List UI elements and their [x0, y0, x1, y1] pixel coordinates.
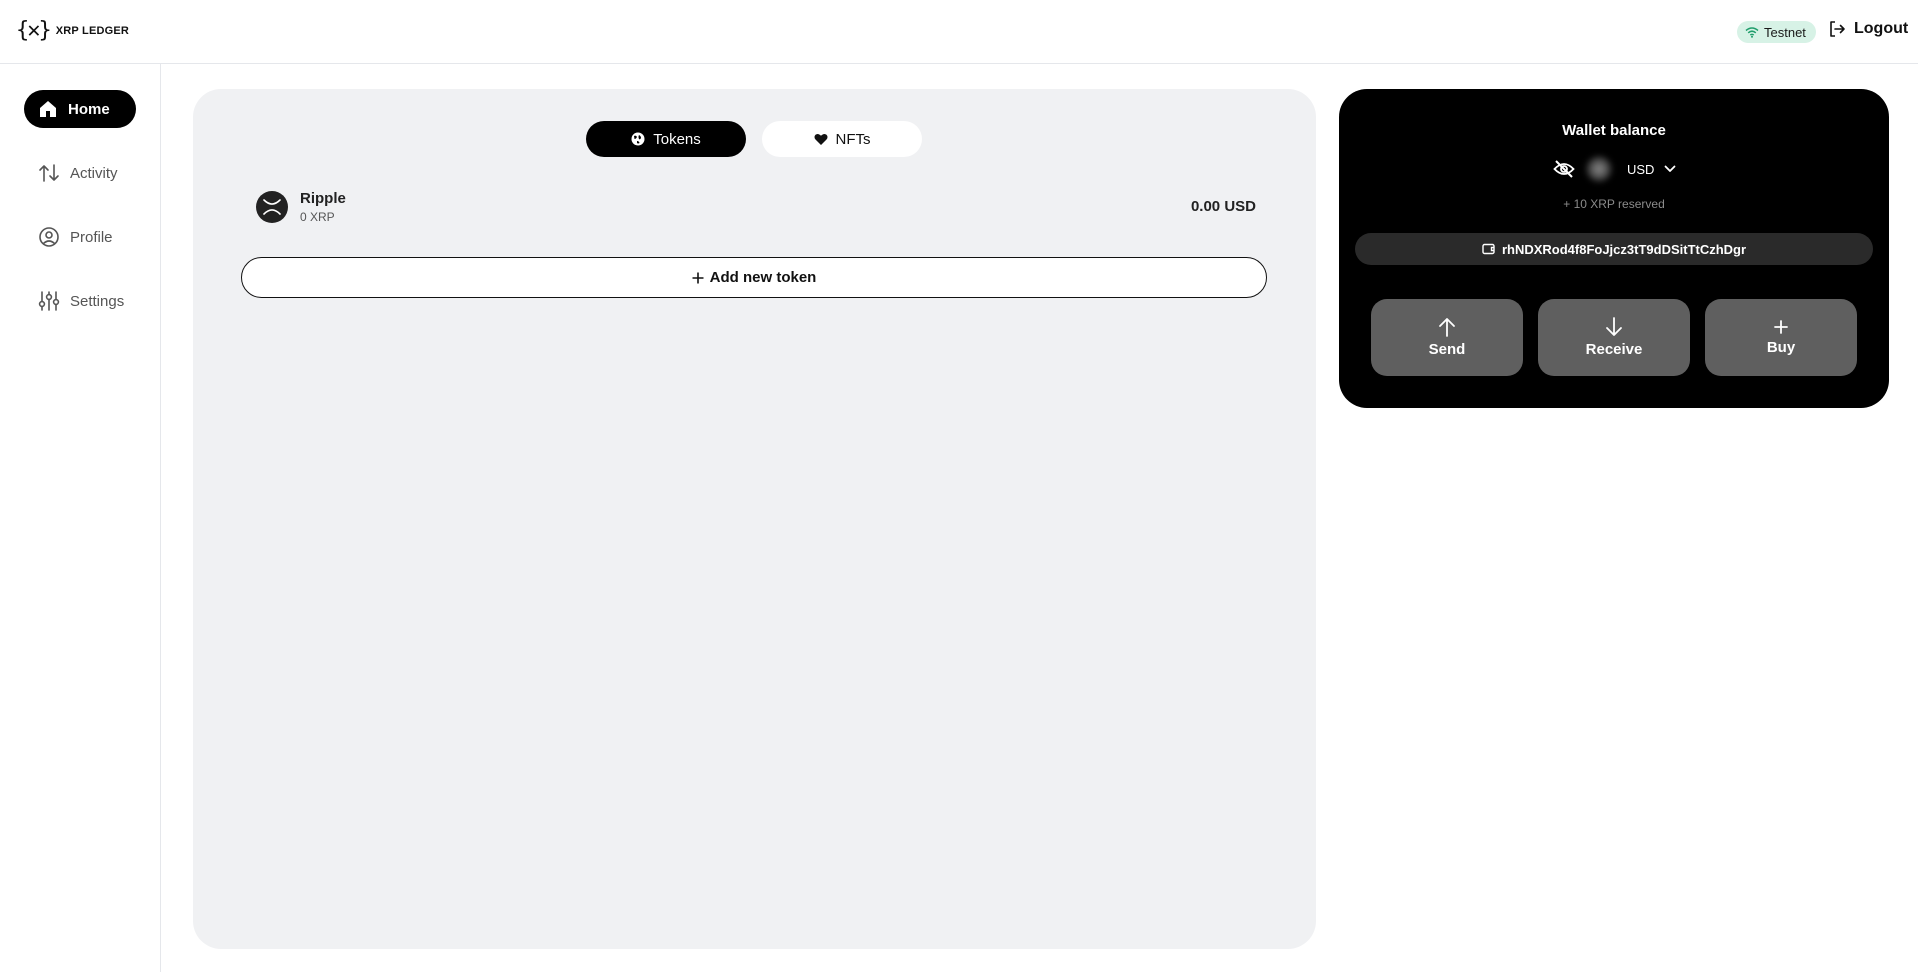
- reserved-note: + 10 XRP reserved: [1563, 197, 1665, 211]
- home-icon: [40, 101, 56, 117]
- network-badge: Testnet: [1737, 21, 1816, 43]
- wifi-icon: [1745, 27, 1759, 38]
- top-header: {✕} XRP LEDGER Testnet Logout: [0, 0, 1918, 64]
- tab-tokens[interactable]: Tokens: [586, 121, 746, 157]
- wallet-icon: [1482, 243, 1495, 255]
- balance-row: USD: [1553, 153, 1676, 185]
- logout-label: Logout: [1854, 20, 1909, 37]
- buy-button[interactable]: Buy: [1705, 299, 1857, 376]
- sidebar-item-label: Profile: [70, 228, 113, 246]
- receive-button[interactable]: Receive: [1538, 299, 1690, 376]
- currency-selector-label[interactable]: USD: [1627, 162, 1654, 177]
- settings-icon: [38, 291, 60, 311]
- wallet-title: Wallet balance: [1562, 122, 1666, 139]
- sidebar-item-label: Settings: [70, 292, 125, 310]
- network-label: Testnet: [1764, 24, 1806, 40]
- send-button[interactable]: Send: [1371, 299, 1523, 376]
- token-amount: 0 XRP: [300, 210, 335, 224]
- arrow-down-icon: [1606, 317, 1622, 336]
- profile-icon: [39, 227, 59, 247]
- xrp-icon: [256, 191, 288, 223]
- globe-icon: [631, 132, 645, 146]
- sidebar-item-label: Home: [68, 100, 110, 118]
- plus-icon: [1774, 320, 1788, 334]
- tab-label: NFTs: [835, 130, 871, 148]
- wallet-address[interactable]: rhNDXRod4f8FoJjcz3tT9dDSitTtCzhDgr: [1355, 233, 1873, 265]
- add-token-label: Add new token: [709, 269, 817, 286]
- token-row[interactable]: Ripple 0 XRP 0.00 USD: [256, 189, 1256, 225]
- sidebar-item-settings[interactable]: Settings: [24, 282, 138, 320]
- hidden-balance: [1585, 155, 1613, 183]
- tab-nfts[interactable]: NFTs: [762, 121, 922, 157]
- xrp-logo-icon: {✕}: [16, 18, 52, 43]
- wallet-card: Wallet balance USD + 10 XRP reserved rhN…: [1339, 89, 1889, 408]
- token-name: Ripple: [300, 190, 346, 207]
- chevron-down-icon[interactable]: [1664, 165, 1676, 173]
- heart-icon: [814, 133, 827, 145]
- sidebar-item-profile[interactable]: Profile: [24, 218, 127, 256]
- xrp-ledger-logo[interactable]: {✕} XRP LEDGER: [16, 18, 129, 43]
- eye-off-icon[interactable]: [1553, 160, 1575, 178]
- tab-label: Tokens: [653, 130, 701, 148]
- sidebar: Home Activity Profile Settings: [0, 64, 161, 972]
- plus-icon: [692, 272, 704, 283]
- arrow-up-icon: [1439, 318, 1455, 337]
- token-value: 0.00 USD: [1190, 198, 1256, 215]
- add-token-button[interactable]: Add new token: [241, 257, 1267, 298]
- sidebar-item-home[interactable]: Home: [24, 90, 136, 128]
- send-label: Send: [1428, 341, 1466, 358]
- activity-icon: [39, 164, 59, 182]
- sidebar-item-label: Activity: [70, 164, 118, 182]
- address-text: rhNDXRod4f8FoJjcz3tT9dDSitTtCzhDgr: [1501, 241, 1747, 257]
- tokens-panel: Tokens NFTs Ripple 0 XRP 0.00 USD Add ne…: [193, 89, 1316, 949]
- receive-label: Receive: [1585, 341, 1643, 358]
- logo-text: XRP LEDGER: [55, 24, 130, 37]
- buy-label: Buy: [1766, 339, 1796, 356]
- logout-icon: [1830, 21, 1845, 37]
- logout-button[interactable]: Logout: [1828, 20, 1908, 38]
- sidebar-item-activity[interactable]: Activity: [24, 154, 132, 192]
